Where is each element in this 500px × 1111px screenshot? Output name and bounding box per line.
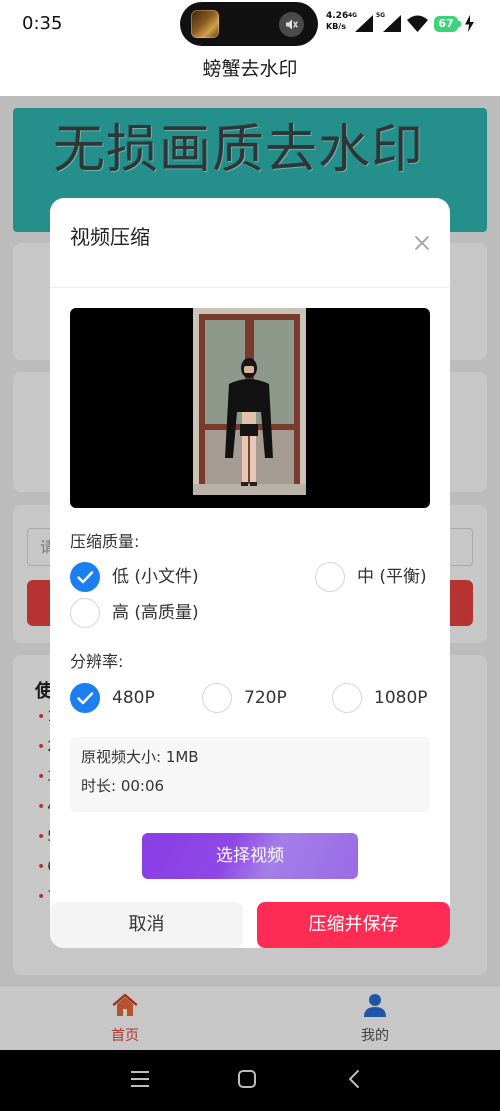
page-title: 螃蟹去水印 <box>202 58 298 80</box>
check-icon <box>77 571 94 584</box>
video-size-text: 原视频大小: 1MB <box>81 748 199 766</box>
cancel-button[interactable]: 取消 <box>50 902 243 948</box>
speaker-icon <box>279 12 304 37</box>
quality-label: 压缩质量: <box>70 532 140 551</box>
resolution-option-480p[interactable]: 480P <box>70 683 180 713</box>
video-frame-image <box>193 308 306 495</box>
menu-icon[interactable] <box>131 1069 149 1089</box>
resolution-option-label: 720P <box>244 688 287 708</box>
back-icon[interactable] <box>347 1069 361 1089</box>
quality-option-high[interactable]: 高 (高质量) <box>70 598 270 628</box>
signal-icon <box>383 15 401 32</box>
app-icon[interactable] <box>191 10 219 38</box>
radio-button[interactable] <box>70 562 100 592</box>
quality-option-label: 高 (高质量) <box>112 603 199 623</box>
dialog-title: 视频压缩 <box>70 225 150 249</box>
resolution-option-1080p[interactable]: 1080P <box>332 683 442 713</box>
check-icon <box>77 692 94 705</box>
divider <box>50 287 450 288</box>
battery-nub <box>458 21 461 27</box>
quality-option-label: 中 (平衡) <box>357 567 427 587</box>
resolution-option-label: 480P <box>112 688 155 708</box>
compress-save-button[interactable]: 压缩并保存 <box>257 902 450 948</box>
dynamic-island[interactable] <box>180 2 318 46</box>
radio-button[interactable] <box>70 683 100 713</box>
radio-button[interactable] <box>202 683 232 713</box>
home-button-icon[interactable] <box>238 1069 256 1089</box>
video-duration-text: 时长: 00:06 <box>81 777 165 795</box>
wifi-icon <box>407 15 428 32</box>
radio-button[interactable] <box>315 562 345 592</box>
network-speed-value: 4.26 <box>326 11 349 21</box>
status-time: 0:35 <box>22 13 63 34</box>
select-video-button[interactable]: 选择视频 <box>142 833 358 879</box>
charging-icon <box>465 15 474 32</box>
status-bar: 0:35 4.26 KB/s 4G 5G 67 <box>0 0 500 48</box>
network-speed-unit: KB/s <box>326 22 346 31</box>
quality-option-label: 低 (小文件) <box>112 567 199 587</box>
system-navigation-bar <box>0 1050 500 1111</box>
close-icon[interactable] <box>412 233 432 253</box>
radio-button[interactable] <box>332 683 362 713</box>
title-bar: 螃蟹去水印 <box>0 48 500 96</box>
video-info-box: 原视频大小: 1MB 时长: 00:06 <box>70 737 430 812</box>
video-compress-dialog: 视频压缩 压缩质量: 低 (小文件) 中 (平衡) 高 (高质量) 分辨率: 4… <box>50 198 450 948</box>
resolution-option-label: 1080P <box>374 688 428 708</box>
resolution-option-720p[interactable]: 720P <box>202 683 312 713</box>
quality-option-medium[interactable]: 中 (平衡) <box>315 562 440 592</box>
signal-icon <box>355 15 373 32</box>
video-preview[interactable] <box>70 308 430 508</box>
quality-option-low[interactable]: 低 (小文件) <box>70 562 270 592</box>
resolution-label: 分辨率: <box>70 652 124 671</box>
radio-button[interactable] <box>70 598 100 628</box>
battery-indicator: 67 <box>434 16 458 32</box>
